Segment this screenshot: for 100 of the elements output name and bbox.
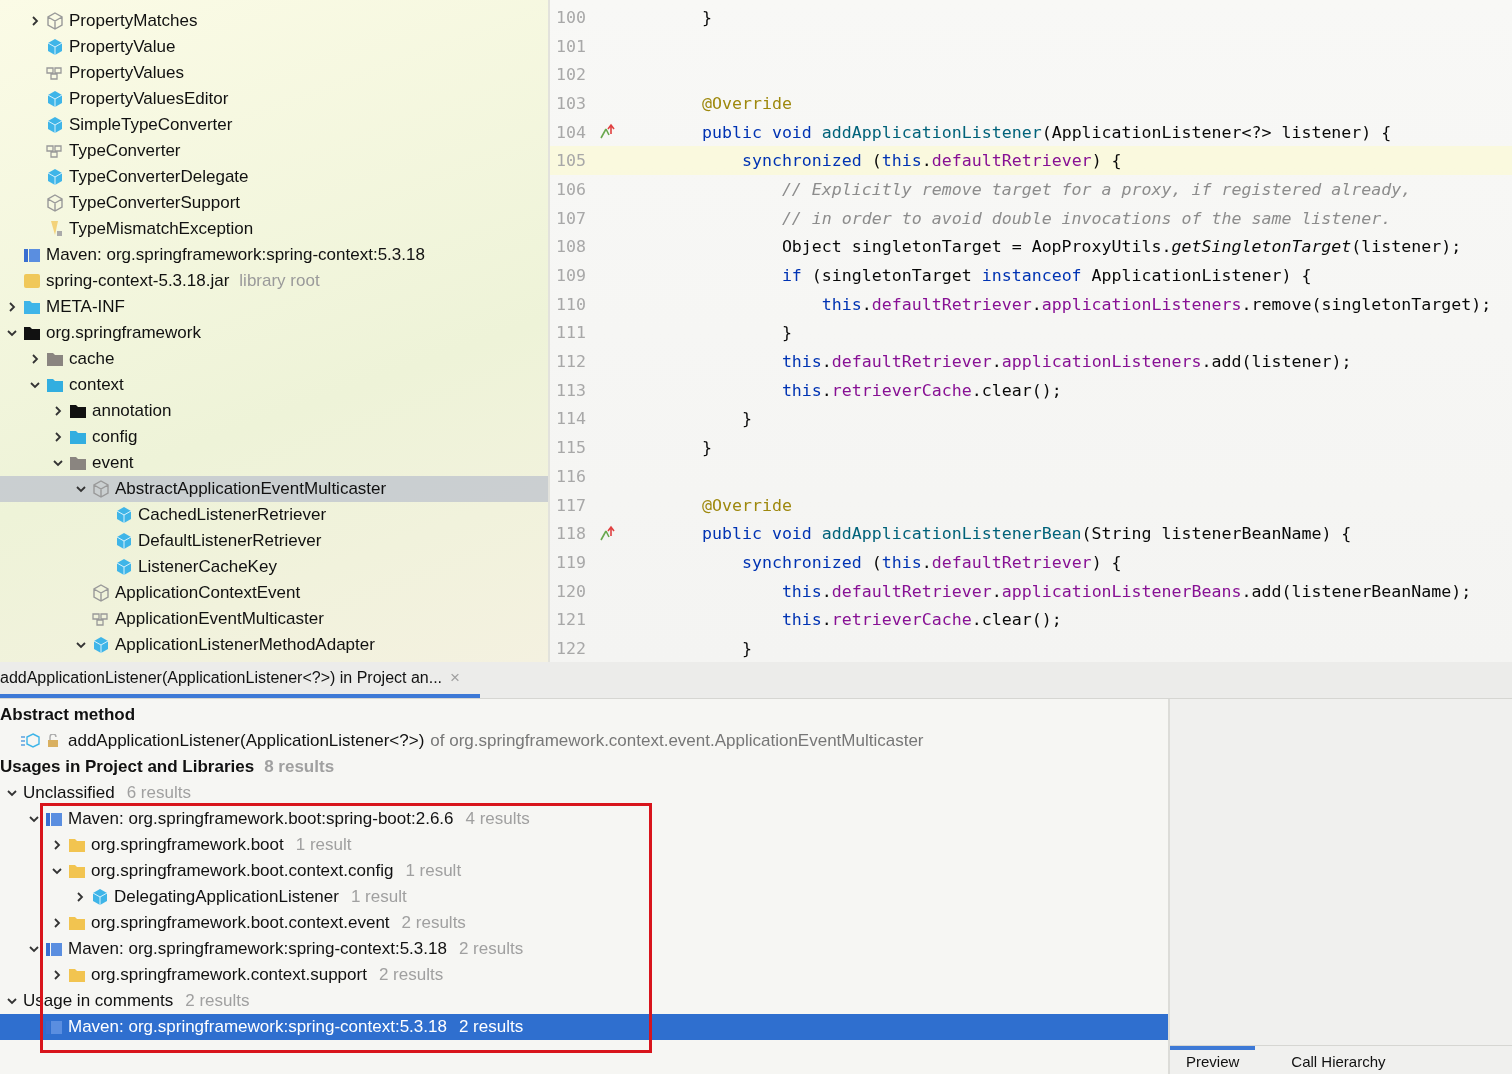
chevron-down-icon[interactable]	[27, 943, 40, 955]
chevron-down-icon[interactable]	[50, 865, 63, 877]
result-count: 2 results	[401, 913, 466, 933]
code-line: Object singletonTarget = AopProxyUtils.getSingletonTarget(listener);	[780, 237, 1462, 257]
tree-item[interactable]: Maven: org.springframework:spring-context:5.3.18	[46, 245, 425, 265]
jar-icon	[23, 272, 41, 290]
folder-icon	[23, 324, 41, 342]
code-line: if (singletonTarget instanceof ApplicationListener) {	[780, 266, 1312, 286]
code-line: synchronized (this.defaultRetriever) {	[740, 552, 1122, 572]
tree-item[interactable]: DefaultListenerRetriever	[138, 531, 322, 551]
chevron-down-icon[interactable]	[28, 379, 41, 391]
tree-item[interactable]: TypeMismatchException	[69, 219, 254, 239]
result-item[interactable]: DelegatingApplicationListener	[114, 887, 339, 907]
chevron-down-icon[interactable]	[74, 483, 87, 495]
result-count: 1 result	[295, 835, 352, 855]
class-icon	[91, 888, 109, 906]
chevron-down-icon[interactable]	[5, 787, 18, 799]
tree-item[interactable]: ApplicationListenerMethodAdapter	[115, 635, 375, 655]
tree-item[interactable]: spring-context-5.3.18.jar	[46, 271, 230, 291]
interface-icon	[46, 142, 64, 160]
folder-icon	[68, 836, 86, 854]
method-signature[interactable]: addApplicationListener(ApplicationListener<?>)	[68, 731, 425, 751]
tree-item[interactable]: event	[92, 453, 134, 473]
line-number: 122	[555, 638, 586, 658]
line-number: 120	[555, 581, 586, 601]
tree-item[interactable]: cache	[69, 349, 115, 369]
result-item[interactable]: org.springframework.boot.context.event	[91, 913, 390, 933]
line-number: 115	[555, 438, 586, 458]
line-number: 105	[555, 151, 586, 171]
panel-tab[interactable]: Call Hierarchy	[1275, 1046, 1402, 1074]
line-number: 114	[555, 409, 586, 429]
tree-item[interactable]: ApplicationEventMulticaster	[115, 609, 324, 629]
section-heading: Abstract method	[0, 704, 137, 726]
library-icon	[23, 246, 41, 264]
folder-icon	[46, 376, 64, 394]
line-number: 109	[555, 266, 586, 286]
result-count: 2 results	[378, 965, 444, 985]
code-line: // Explicitly remove target for a proxy, if registered already,	[780, 179, 1412, 199]
result-item[interactable]: Maven: org.springframework.boot:spring-boot:2.6.6	[68, 809, 454, 829]
chevron-down-icon[interactable]	[27, 813, 40, 825]
tree-item[interactable]: annotation	[92, 401, 172, 421]
code-line: }	[740, 638, 752, 658]
class-icon	[115, 558, 133, 576]
result-item[interactable]: Maven: org.springframework:spring-context:5.3.18	[68, 939, 447, 959]
tree-item[interactable]: PropertyValues	[69, 63, 184, 83]
chevron-down-icon[interactable]	[5, 995, 18, 1007]
chevron-down-icon[interactable]	[5, 327, 18, 339]
abstract-class-icon	[92, 584, 110, 602]
tree-item[interactable]: CachedListenerRetriever	[138, 505, 327, 525]
tree-item[interactable]: context	[69, 375, 124, 395]
result-item[interactable]: org.springframework.boot	[91, 835, 284, 855]
code-line: public void addApplicationListener(ApplicationListener<?> listener) {	[700, 122, 1392, 142]
tree-item[interactable]: PropertyValue	[69, 37, 176, 57]
code-line: this.defaultRetriever.applicationListenerBeans.add(listenerBeanName);	[780, 581, 1472, 601]
result-item[interactable]: org.springframework.boot.context.config	[91, 861, 394, 881]
lock-icon	[46, 734, 60, 748]
tree-item[interactable]: META-INF	[46, 297, 125, 317]
selected-result-row[interactable]: Maven: org.springframework:spring-context:5.3.18 2 results	[0, 1014, 1168, 1040]
panel-tab[interactable]: Preview	[1170, 1046, 1256, 1074]
result-count: 1 result	[350, 887, 407, 907]
folder-icon	[69, 428, 87, 446]
tree-item[interactable]: PropertyMatches	[69, 11, 198, 31]
interface-icon	[46, 64, 64, 82]
result-item[interactable]: Maven: org.springframework:spring-context:5.3.18	[68, 1017, 447, 1037]
tree-item[interactable]: config	[92, 427, 138, 447]
tree-item[interactable]: TypeConverterDelegate	[69, 167, 249, 187]
result-count: 2 results	[458, 939, 524, 959]
usages-count: 8 results	[264, 757, 335, 777]
tree-item[interactable]: TypeConverter	[69, 141, 181, 161]
tree-item[interactable]: org.springframework	[46, 323, 201, 343]
code-line: }	[700, 438, 712, 458]
library-icon	[45, 810, 63, 828]
folder-icon	[46, 350, 64, 368]
code-line: this.retrieverCache.clear();	[780, 610, 1062, 630]
tree-item[interactable]: TypeConverterSupport	[69, 193, 241, 213]
tree-item[interactable]: SimpleTypeConverter	[69, 115, 233, 135]
implements-marker-icon[interactable]	[598, 524, 616, 543]
code-line: @Override	[700, 93, 792, 113]
folder-icon	[68, 862, 86, 880]
class-icon	[92, 636, 110, 654]
result-count: 2 results	[458, 1017, 524, 1037]
code-line: }	[740, 409, 752, 429]
tree-item[interactable]: PropertyValuesEditor	[69, 89, 229, 109]
code-line: }	[700, 7, 712, 27]
class-icon	[46, 38, 64, 56]
result-item[interactable]: org.springframework.context.support	[91, 965, 367, 985]
abstract-class-icon	[92, 480, 110, 498]
line-number: 113	[555, 380, 586, 400]
result-count: 1 result	[405, 861, 462, 881]
abstract-class-icon	[46, 194, 64, 212]
result-count: 6 results	[126, 783, 191, 803]
line-number: 106	[555, 179, 586, 199]
line-number: 101	[555, 36, 586, 56]
tree-item[interactable]: ListenerCacheKey	[138, 557, 277, 577]
chevron-down-icon[interactable]	[74, 639, 87, 651]
line-number: 102	[555, 65, 586, 85]
folder-icon	[68, 966, 86, 984]
chevron-down-icon[interactable]	[51, 457, 64, 469]
tree-item[interactable]: ApplicationContextEvent	[115, 583, 301, 603]
result-item[interactable]: Unclassified	[23, 783, 115, 803]
